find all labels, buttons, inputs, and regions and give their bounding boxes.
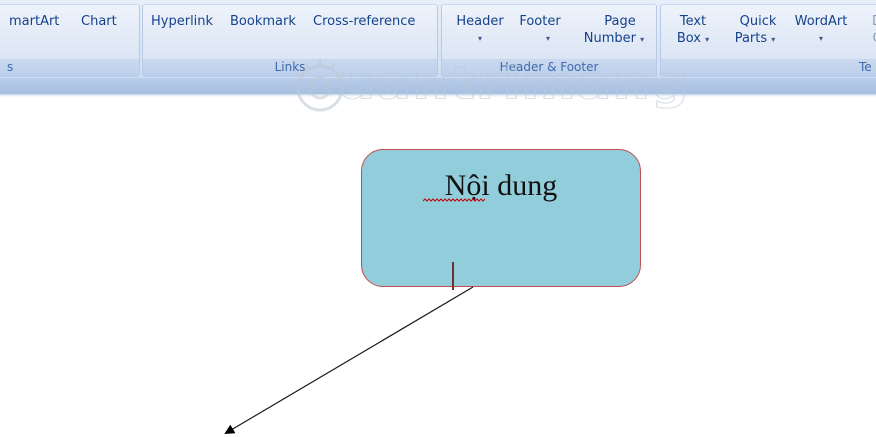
arrow-line[interactable]: [224, 286, 474, 435]
connector-arrow[interactable]: [0, 0, 876, 437]
